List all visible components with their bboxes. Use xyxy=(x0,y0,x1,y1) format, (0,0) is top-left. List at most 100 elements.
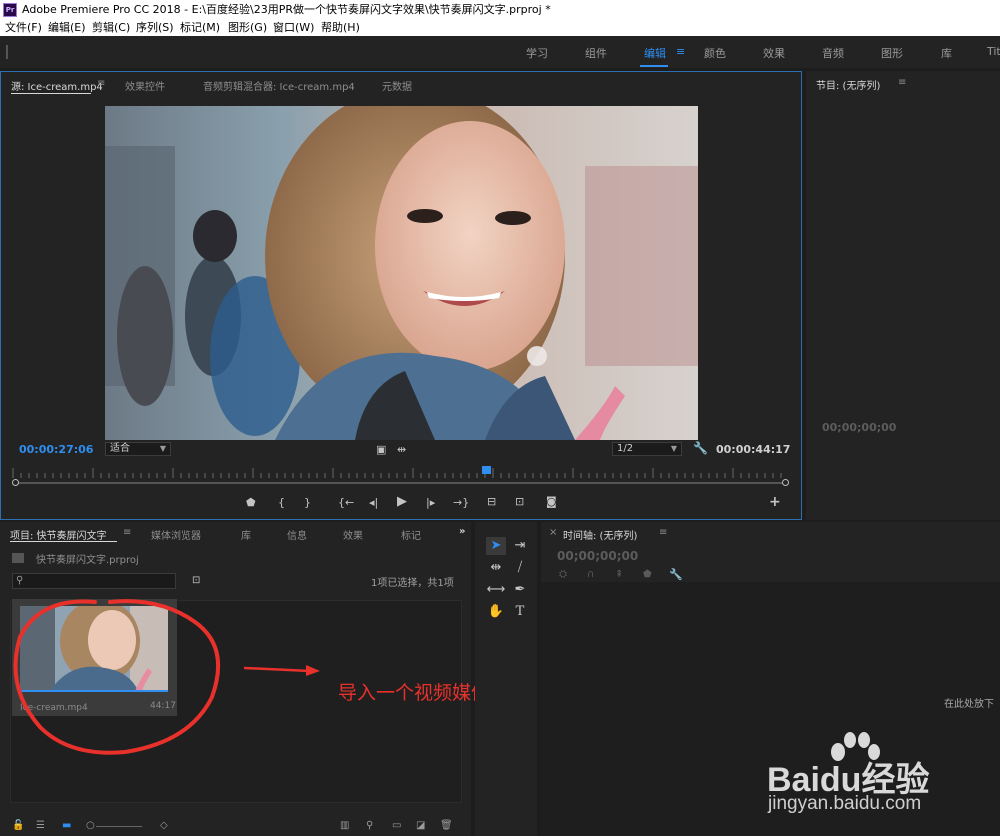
source-current-timecode[interactable]: 00:00:27:06 xyxy=(19,443,93,456)
wrench-icon[interactable]: 🔧 xyxy=(693,442,708,454)
zoom-handle-left[interactable] xyxy=(12,479,19,486)
tab-markers[interactable]: 标记 xyxy=(401,527,421,542)
mark-in-icon[interactable]: { xyxy=(278,497,285,509)
razor-icon[interactable]: ⧸ xyxy=(510,559,530,577)
tab-effects[interactable]: 效果 xyxy=(343,527,363,542)
overwrite-icon[interactable]: ⊡ xyxy=(515,496,524,508)
timeline-timecode[interactable]: 00;00;00;00 xyxy=(557,549,638,563)
tab-metadata[interactable]: 元数据 xyxy=(382,78,412,93)
playhead[interactable] xyxy=(481,466,491,474)
tab-source[interactable]: 源: Ice-cream.mp4 xyxy=(11,78,103,93)
insert-icon[interactable]: ⊟ xyxy=(487,496,496,508)
linked-selection-icon[interactable]: ∩ xyxy=(587,569,594,580)
panel-menu-icon[interactable]: ≡ xyxy=(97,78,105,89)
playback-resolution-select[interactable]: 1/2 ▼ xyxy=(612,442,682,456)
selection-tool-icon[interactable]: ➤ xyxy=(486,537,506,555)
menu-graphics[interactable]: 图形(G) xyxy=(228,20,267,35)
zoom-level-value: 适合 xyxy=(110,443,130,454)
snap-icon[interactable]: ⛭ xyxy=(559,569,567,580)
ripple-edit-icon[interactable]: ⇹ xyxy=(486,559,506,577)
menu-icon[interactable]: ≡ xyxy=(676,45,685,58)
tab-libraries[interactable]: 库 xyxy=(241,527,251,542)
zoom-handle-right[interactable] xyxy=(782,479,789,486)
type-icon[interactable]: T xyxy=(510,603,530,621)
menu-edit[interactable]: 编辑(E) xyxy=(48,20,86,35)
program-timecode[interactable]: 00;00;00;00 xyxy=(822,421,896,434)
trash-icon[interactable]: 🗑 xyxy=(440,820,453,831)
tab-project[interactable]: 项目: 快节奏屏闪文字 xyxy=(10,527,107,542)
menu-file[interactable]: 文件(F) xyxy=(5,20,42,35)
camera-icon[interactable]: ◙ xyxy=(546,496,557,508)
window-title-bar: Pr Adobe Premiere Pro CC 2018 - E:\百度经验\… xyxy=(0,0,1000,20)
tab-underline xyxy=(11,93,91,94)
tab-underline xyxy=(10,541,117,542)
close-icon[interactable]: × xyxy=(549,527,557,538)
tab-media-browser[interactable]: 媒体浏览器 xyxy=(151,527,201,542)
workspace-learn[interactable]: 学习 xyxy=(526,45,548,61)
menu-sequence[interactable]: 序列(S) xyxy=(136,20,174,35)
menu-clip[interactable]: 剪辑(C) xyxy=(92,20,130,35)
tab-timeline[interactable]: 时间轴: (无序列) xyxy=(563,527,637,542)
grip-handle xyxy=(6,45,8,59)
workspace-titles[interactable]: Tit xyxy=(987,45,1000,58)
drop-hint: 在此处放下 xyxy=(944,699,994,710)
hand-icon[interactable]: ✋ xyxy=(486,603,506,621)
panel-menu-icon[interactable]: ≡ xyxy=(898,77,906,88)
zoom-level-select[interactable]: 适合 ▼ xyxy=(105,442,171,456)
automate-to-sequence-icon[interactable]: ▥ xyxy=(340,820,349,831)
wrench-icon[interactable]: 🔧 xyxy=(669,568,683,581)
sort-icon[interactable]: ◇ xyxy=(160,820,168,831)
step-forward-icon[interactable]: |▸ xyxy=(426,497,435,509)
find-icon[interactable]: ⚲ xyxy=(366,820,373,831)
tab-effect-controls[interactable]: 效果控件 xyxy=(125,78,165,93)
plus-icon[interactable]: + xyxy=(769,495,781,509)
workspace-assembly[interactable]: 组件 xyxy=(585,45,607,61)
source-video-frame[interactable] xyxy=(105,106,698,440)
tab-audio-clip-mixer[interactable]: 音频剪辑混合器: Ice-cream.mp4 xyxy=(203,78,355,93)
workspace-color[interactable]: 颜色 xyxy=(704,45,726,61)
more-panels-icon[interactable]: » xyxy=(459,526,465,537)
workspace-audio[interactable]: 音频 xyxy=(822,45,844,61)
zoom-scroll-bar[interactable] xyxy=(15,482,787,484)
workspace-libraries[interactable]: 库 xyxy=(941,45,952,61)
slip-icon[interactable]: ⟷ xyxy=(486,581,506,599)
pen-icon[interactable]: ✒ xyxy=(510,581,530,599)
zoom-slider-track[interactable] xyxy=(96,826,142,827)
drag-video-icon[interactable]: ⇹ xyxy=(397,444,406,456)
play-icon[interactable]: ▶ xyxy=(397,495,407,508)
red-arrow-annotation xyxy=(243,665,320,676)
zoom-slider-handle[interactable]: ○ xyxy=(86,820,95,831)
icon-view-icon[interactable]: ▬ xyxy=(62,820,71,831)
window-title: Adobe Premiere Pro CC 2018 - E:\百度经验\23用… xyxy=(22,3,551,16)
marker-icon[interactable]: ⬟ xyxy=(643,569,652,580)
add-marker-icon[interactable]: ⇞ xyxy=(615,569,623,580)
panel-menu-icon[interactable]: ≡ xyxy=(659,527,667,538)
menu-window[interactable]: 窗口(W) xyxy=(273,20,314,35)
selection-info: 1项已选择，共1项 xyxy=(371,578,454,589)
tab-program[interactable]: 节目: (无序列) xyxy=(816,77,880,92)
export-frame-settings-icon[interactable]: ▣ xyxy=(376,444,386,456)
chevron-down-icon: ▼ xyxy=(670,444,677,453)
chevron-down-icon: ▼ xyxy=(159,444,166,453)
add-marker-icon[interactable]: ⬟ xyxy=(246,497,256,509)
new-bin-icon[interactable]: ▭ xyxy=(392,820,401,831)
list-view-icon[interactable]: ☰ xyxy=(36,820,45,831)
lock-icon[interactable]: 🔓 xyxy=(12,820,24,831)
time-ruler[interactable] xyxy=(11,468,789,478)
track-select-icon[interactable]: ⇥ xyxy=(510,537,530,555)
step-back-icon[interactable]: ◂| xyxy=(369,497,378,509)
menu-marker[interactable]: 标记(M) xyxy=(180,20,220,35)
workspace-editing[interactable]: 编辑 xyxy=(644,45,666,61)
go-to-in-icon[interactable]: {← xyxy=(338,497,354,509)
active-workspace-indicator xyxy=(640,65,668,67)
mark-out-icon[interactable]: } xyxy=(304,497,311,509)
workspace-graphics[interactable]: 图形 xyxy=(881,45,903,61)
tab-info[interactable]: 信息 xyxy=(287,527,307,542)
workspace-effects[interactable]: 效果 xyxy=(763,45,785,61)
go-to-out-icon[interactable]: →} xyxy=(453,497,469,509)
source-monitor-panel: 源: Ice-cream.mp4 ≡ 效果控件 音频剪辑混合器: Ice-cre… xyxy=(0,71,802,520)
panel-menu-icon[interactable]: ≡ xyxy=(123,527,131,538)
menu-help[interactable]: 帮助(H) xyxy=(321,20,360,35)
new-item-icon[interactable]: ◪ xyxy=(416,820,425,831)
folder-icon xyxy=(12,553,24,563)
